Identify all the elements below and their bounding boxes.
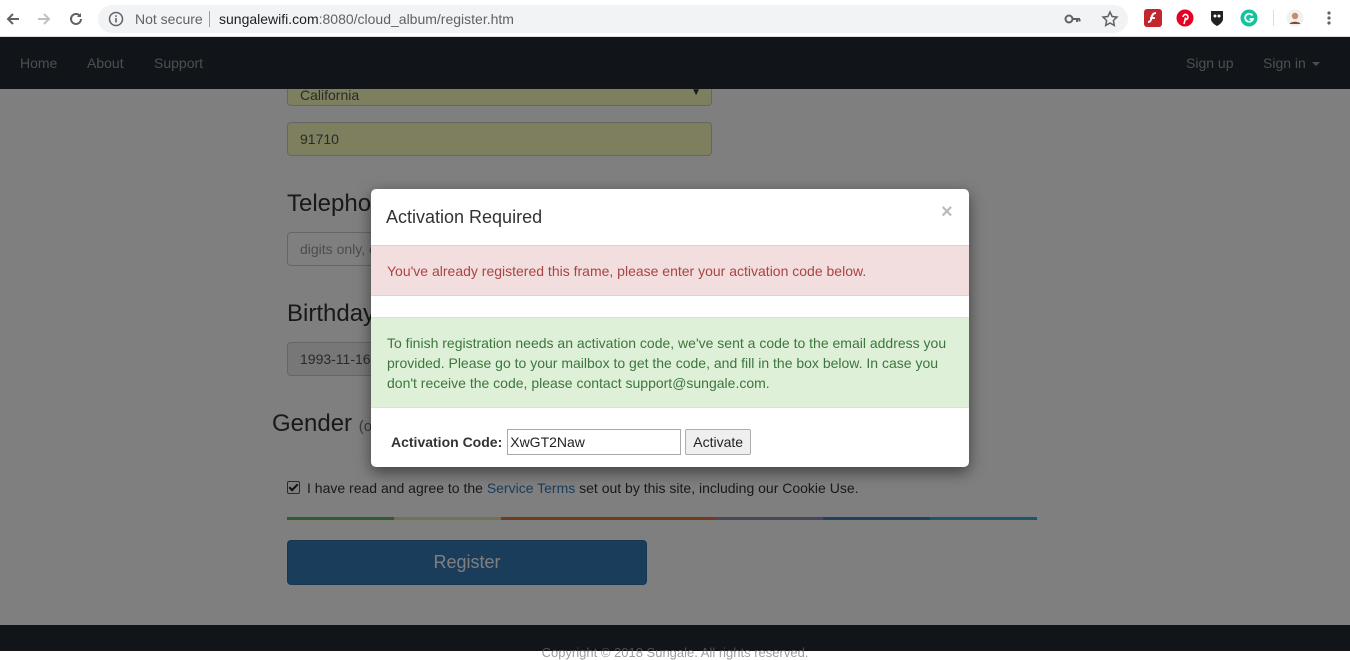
error-alert: You've already registered this frame, pl… xyxy=(371,245,969,296)
security-label: Not secure xyxy=(135,11,203,27)
grammarly-extension-icon[interactable] xyxy=(1240,9,1258,27)
reload-button[interactable] xyxy=(65,8,87,30)
activation-code-label: Activation Code: xyxy=(391,434,503,450)
reload-icon xyxy=(70,12,82,25)
key-icon[interactable] xyxy=(1064,11,1082,27)
forward-arrow-icon xyxy=(38,13,51,25)
modal-title: Activation Required xyxy=(386,207,543,227)
browser-toolbar: Not secure sungalewifi.com:8080/cloud_al… xyxy=(0,0,1350,37)
url-path: :8080/cloud_album/register.htm xyxy=(318,11,514,27)
pinterest-extension-icon[interactable] xyxy=(1176,9,1194,27)
modal-header: Activation Required × xyxy=(371,189,969,246)
activate-button[interactable]: Activate xyxy=(685,429,752,455)
activation-code-row: Activation Code: Activate xyxy=(391,429,752,455)
forward-button[interactable] xyxy=(33,8,55,30)
back-arrow-icon xyxy=(6,13,19,25)
back-button[interactable] xyxy=(2,8,24,30)
close-icon[interactable]: × xyxy=(941,202,953,222)
info-alert: To finish registration needs an activati… xyxy=(371,317,969,408)
menu-dots-icon[interactable] xyxy=(1320,9,1338,27)
url-text[interactable]: sungalewifi.com:8080/cloud_album/registe… xyxy=(219,11,514,27)
url-host: sungalewifi.com xyxy=(219,11,319,27)
flash-extension-icon[interactable] xyxy=(1144,9,1162,27)
profile-avatar-icon[interactable] xyxy=(1286,9,1304,27)
divider xyxy=(209,11,210,27)
divider xyxy=(1273,10,1274,26)
bookmark-star-icon[interactable] xyxy=(1101,10,1119,28)
activation-code-input[interactable] xyxy=(507,429,682,455)
address-bar[interactable]: Not secure sungalewifi.com:8080/cloud_al… xyxy=(98,5,1128,33)
activation-modal: Activation Required × You've already reg… xyxy=(371,189,969,467)
shield-extension-icon[interactable] xyxy=(1208,9,1226,27)
info-icon[interactable] xyxy=(108,11,124,27)
